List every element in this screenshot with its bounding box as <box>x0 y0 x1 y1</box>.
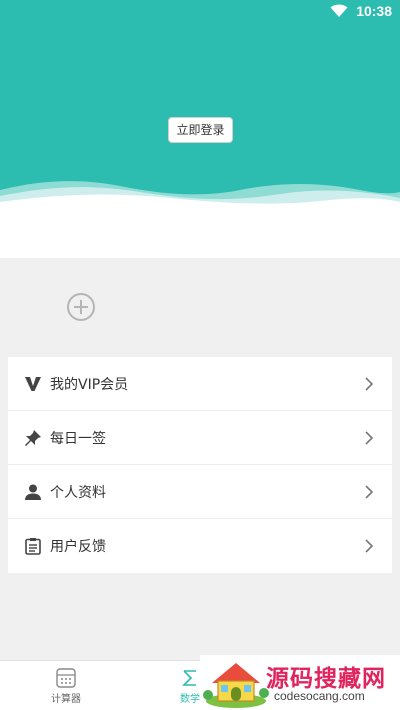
menu-item-label: 个人资料 <box>50 484 106 501</box>
chevron-right-icon <box>365 431 374 445</box>
pin-icon <box>24 429 42 447</box>
menu-item-label: 用户反馈 <box>50 539 106 555</box>
watermark-title: 源码搜藏网 <box>266 666 386 692</box>
math-icon <box>182 670 196 686</box>
status-bar: 10:38 <box>0 0 400 24</box>
watermark-logo: 源码搜藏网 codesocang.com <box>200 655 400 710</box>
tab-label: 计算器 <box>51 694 81 705</box>
person-icon <box>24 483 42 501</box>
chevron-right-icon <box>365 539 374 553</box>
menu-item-daily-sign[interactable]: 每日一签 <box>8 411 392 465</box>
wave-decoration <box>0 181 400 216</box>
clipboard-icon <box>24 537 42 555</box>
tab-calculator[interactable]: 计算器 <box>6 661 126 710</box>
chevron-right-icon <box>365 377 374 391</box>
menu-item-vip[interactable]: 我的VIP会员 <box>8 357 392 411</box>
settings-menu: 我的VIP会员 每日一签 个人资料 用户反馈 <box>8 357 392 573</box>
profile-header: 立即登录 <box>0 0 400 258</box>
menu-item-label: 每日一签 <box>50 430 106 447</box>
calculator-icon <box>56 668 76 688</box>
watermark-subtitle: codesocang.com <box>274 689 365 703</box>
menu-item-feedback[interactable]: 用户反馈 <box>8 519 392 573</box>
chevron-right-icon <box>365 485 374 499</box>
wifi-icon <box>330 4 348 17</box>
vip-v-icon <box>24 375 42 393</box>
login-button[interactable]: 立即登录 <box>168 117 233 143</box>
plus-circle-icon[interactable] <box>66 292 96 322</box>
house-logo-icon <box>203 663 269 708</box>
status-time: 10:38 <box>356 3 392 19</box>
menu-item-label: 我的VIP会员 <box>50 376 129 393</box>
menu-item-profile[interactable]: 个人资料 <box>8 465 392 519</box>
